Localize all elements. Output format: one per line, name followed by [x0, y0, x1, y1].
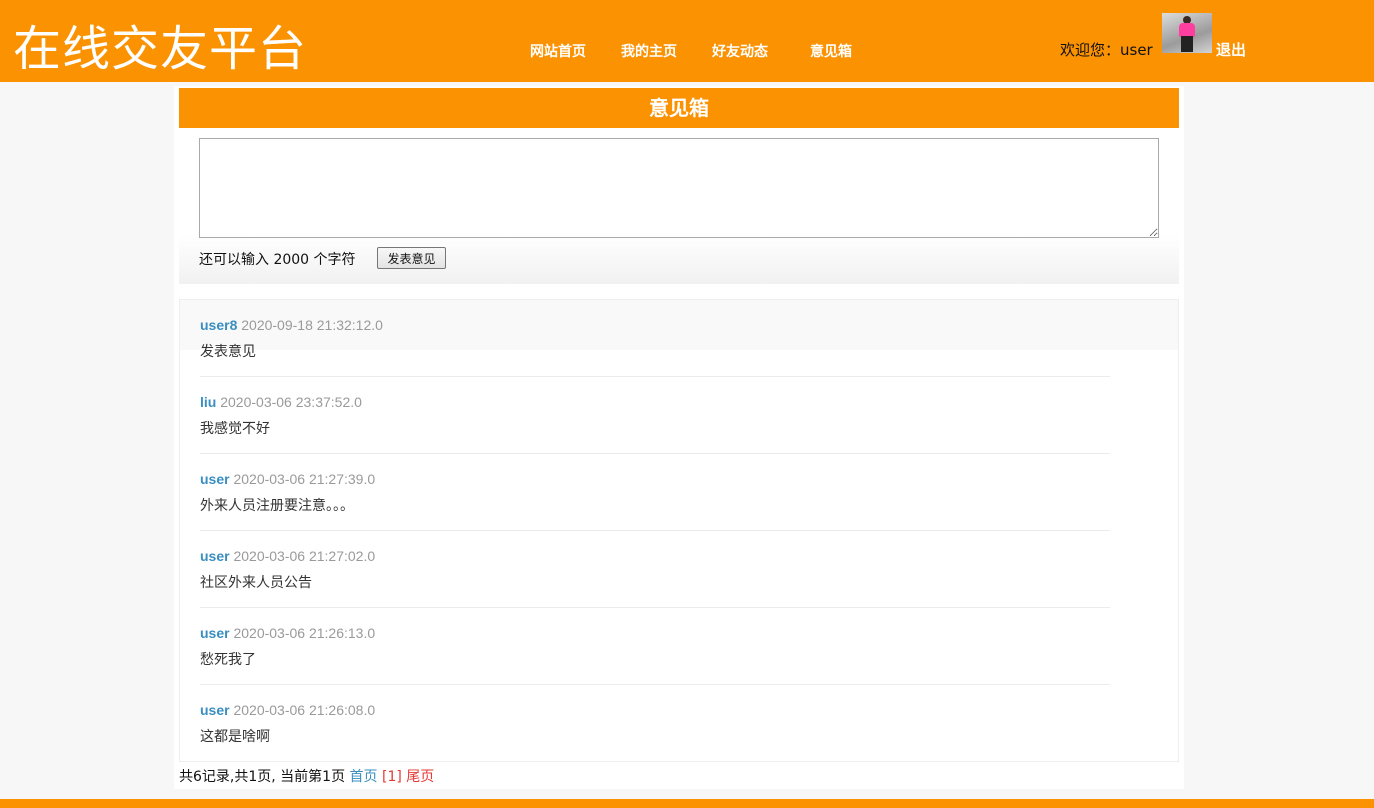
entry-time: 2020-03-06 21:26:13.0 [233, 625, 376, 641]
entry-user[interactable]: user [200, 471, 230, 487]
feedback-list: user8 2020-09-18 21:32:12.0 发表意见 liu 202… [179, 299, 1179, 762]
logout-link[interactable]: 退出 [1216, 39, 1246, 60]
pager-summary: 共6记录,共1页, 当前第1页 [179, 769, 350, 785]
char-counter: 还可以输入 2000 个字符 [199, 252, 356, 268]
entry-user[interactable]: user8 [200, 317, 237, 333]
nav-friend-feed[interactable]: 好友动态 [712, 41, 768, 61]
pager-first-link[interactable]: 首页 [350, 769, 378, 785]
entry-time: 2020-03-06 21:26:08.0 [233, 702, 376, 718]
feedback-textarea[interactable] [199, 138, 1159, 238]
entry-message: 外来人员注册要注意。。。 [200, 498, 354, 514]
entry-user[interactable]: user [200, 548, 230, 564]
submit-feedback-button[interactable]: 发表意见 [377, 247, 446, 269]
feedback-title: 意见箱 [179, 88, 1179, 128]
divider [200, 376, 1110, 377]
nav-feedback-box[interactable]: 意见箱 [810, 41, 852, 61]
nav-my-page[interactable]: 我的主页 [621, 41, 677, 61]
entry-message: 这都是啥啊 [200, 729, 270, 745]
divider [200, 607, 1110, 608]
entry-user[interactable]: user [200, 625, 230, 641]
nav-home[interactable]: 网站首页 [530, 41, 586, 61]
entry-time: 2020-03-06 21:27:39.0 [233, 471, 376, 487]
divider [200, 684, 1110, 685]
entry-user[interactable]: liu [200, 394, 216, 410]
divider [200, 530, 1110, 531]
entry-message: 我感觉不好 [200, 421, 270, 437]
entry-time: 2020-09-18 21:32:12.0 [241, 317, 383, 333]
pagination: 共6记录,共1页, 当前第1页 首页 [1] 尾页 [179, 766, 434, 786]
divider [200, 453, 1110, 454]
entry-message: 愁死我了 [200, 652, 256, 668]
entry-message: 社区外来人员公告 [200, 575, 312, 591]
entry-time: 2020-03-06 21:27:02.0 [233, 548, 376, 564]
footer-bar [0, 799, 1374, 808]
welcome-text: 欢迎您：user [1060, 41, 1153, 59]
top-header: 在线交友平台 网站首页 我的主页 好友动态 意见箱 欢迎您：user 退出 [0, 0, 1374, 82]
pager-current-page[interactable]: [1] [382, 769, 402, 785]
site-logo: 在线交友平台 [13, 21, 308, 77]
pager-last-link[interactable]: 尾页 [406, 769, 434, 785]
entry-message: 发表意见 [200, 344, 256, 360]
avatar[interactable] [1162, 13, 1212, 53]
entry-time: 2020-03-06 23:37:52.0 [220, 394, 362, 410]
entry-user[interactable]: user [200, 702, 230, 718]
